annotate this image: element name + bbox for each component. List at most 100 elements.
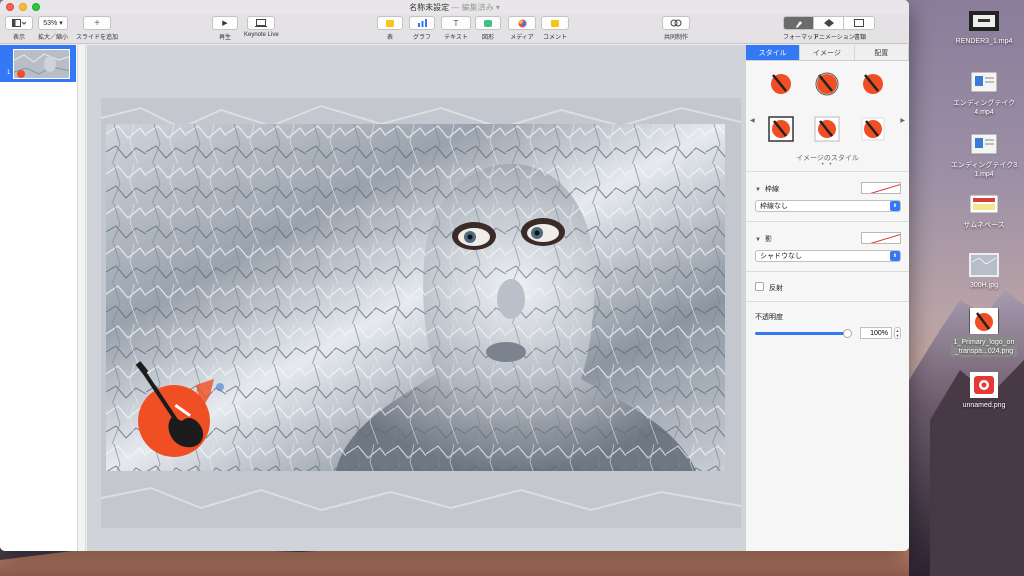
zoom-menu[interactable]: 53% ▾ 拡大／縮小 [38,16,68,41]
shadow-style-select[interactable]: シャドウなし ⬍ [755,250,901,262]
image-style-2[interactable] [814,71,840,97]
document-label: 書類 [853,35,866,41]
add-slide-label: スライドを追加 [76,35,119,41]
slide-thumbnail-selected[interactable]: 1 [0,45,76,82]
opacity-slider-knob[interactable] [843,329,852,338]
border-style-select[interactable]: 枠線なし ⬍ [755,200,901,212]
image-style-5[interactable] [814,116,840,142]
collaborate-icon [670,19,682,27]
slide[interactable] [106,124,725,471]
toolbar: 表示 53% ▾ 拡大／縮小 + スライドを追加 ▶ 再生 Keynote Li… [0,14,909,44]
border-color-well[interactable] [861,182,901,194]
add-slide[interactable]: + スライドを追加 [76,16,118,41]
image-styles: ◀ ▶ イメージのスタイル • • [746,61,909,172]
shadow-label: 影 [764,236,772,243]
next-styles-icon[interactable]: ▶ [900,117,905,124]
tab-style[interactable]: スタイル [746,45,801,60]
comment-label: コメント [542,35,567,41]
comment-button[interactable] [541,16,569,30]
title-bar: 名称未設定 — 編集済み ▾ [0,0,909,14]
desktop-file-label: 300H.jpg [969,282,999,289]
table[interactable]: 表 [377,16,403,41]
play[interactable]: ▶ 再生 [212,16,238,41]
opacity-slider[interactable] [755,332,847,335]
reflection-section: 反射 [746,272,909,302]
shape[interactable]: 図形 [475,16,501,41]
add-slide-button[interactable]: + [83,16,111,30]
collaborate[interactable]: 共同制作 [662,16,690,41]
slide-thumbnail[interactable] [13,49,70,79]
video-file-icon [969,11,999,31]
view-button[interactable] [5,16,33,30]
document-icon [854,19,864,27]
inspector-toggles: フォーマット アニメーション 書類 [783,16,875,41]
desktop-file-ending31[interactable]: エンディングテイク3 1.mp4 [940,132,1024,179]
minimize-button[interactable] [19,3,27,11]
desktop-file-render3[interactable]: RENDER3_1.mp4 [940,8,1024,46]
play-button[interactable]: ▶ [212,16,238,30]
desktop-file-300h[interactable]: 300H.jpg [940,252,1024,290]
image-style-1[interactable] [768,71,794,97]
chart-icon [417,19,427,27]
text-button[interactable]: T [441,16,471,30]
shape-button[interactable] [475,16,501,30]
desktop-file-label: 1_Primary_logo_on _transpa...024.png [950,337,1018,357]
desktop-file-primary-logo[interactable]: 1_Primary_logo_on _transpa...024.png [940,308,1024,357]
media-icon [518,19,526,27]
opacity-field[interactable]: 100% [860,327,892,339]
close-button[interactable] [6,3,14,11]
slide-canvas[interactable] [87,45,745,551]
reflection-checkbox[interactable] [755,282,764,291]
view-label: 表示 [12,35,25,41]
previous-styles-icon[interactable]: ◀ [750,117,755,124]
chart-button[interactable] [409,16,435,30]
no-color-slash-icon [870,234,900,243]
desktop-file-ending4[interactable]: エンディングテイク 4.mp4 [940,70,1024,117]
image-style-3[interactable] [860,71,886,97]
animate-label: アニメーション [813,35,855,41]
document-tab-button[interactable] [844,17,874,29]
navigator-divider[interactable] [78,45,86,551]
image-style-6[interactable] [860,116,886,142]
collaborate-button[interactable] [662,16,690,30]
shadow-heading[interactable]: ▼ 影 [755,234,772,244]
image-file-icon [969,308,999,334]
tab-image[interactable]: イメージ [800,45,855,60]
format-tab-button[interactable] [784,17,814,29]
opacity-stepper[interactable]: ▲ ▼ [894,327,901,339]
desktop-file-unnamed[interactable]: unnamed.png [940,372,1024,410]
tab-arrange[interactable]: 配置 [854,45,909,60]
slide-navigator: 1 [0,45,78,551]
animate-tab-button[interactable] [814,17,844,29]
chart[interactable]: グラフ [409,16,435,41]
desktop-file-label: サムネベース [963,222,1005,229]
view-menu[interactable]: 表示 [5,16,33,41]
text-label: テキスト [444,35,468,41]
play-icon: ▶ [222,20,228,27]
disclosure-triangle-icon: ▼ [755,187,761,193]
table-button[interactable] [377,16,403,30]
shadow-color-well[interactable] [861,232,901,244]
desktop-file-thumbnail-base[interactable]: サムネベース [940,192,1024,230]
foil-face-image[interactable] [106,124,725,471]
zoom-button[interactable] [32,3,40,11]
media[interactable]: メディア [508,16,536,41]
table-label: 表 [386,35,393,41]
text[interactable]: T テキスト [441,16,471,41]
opacity-slider-fill [755,332,847,335]
video-file-icon [970,71,998,93]
shadow-style-value: シャドウなし [760,253,802,260]
keynote-live-button[interactable] [247,16,276,30]
comment[interactable]: コメント [541,16,569,41]
image-file-icon [970,372,998,398]
image-file-icon [969,253,999,277]
edited-status[interactable]: — 編集済み ▾ [451,3,499,12]
table-icon [386,19,394,27]
zoom-button-dropdown[interactable]: 53% ▾ [38,16,68,30]
border-heading[interactable]: ▼ 枠線 [755,184,779,194]
page-dots[interactable]: • • [746,162,909,168]
image-style-4[interactable] [768,116,794,142]
keynote-live[interactable]: Keynote Live [244,16,279,38]
video-file-icon [970,133,998,155]
media-button[interactable] [508,16,536,30]
